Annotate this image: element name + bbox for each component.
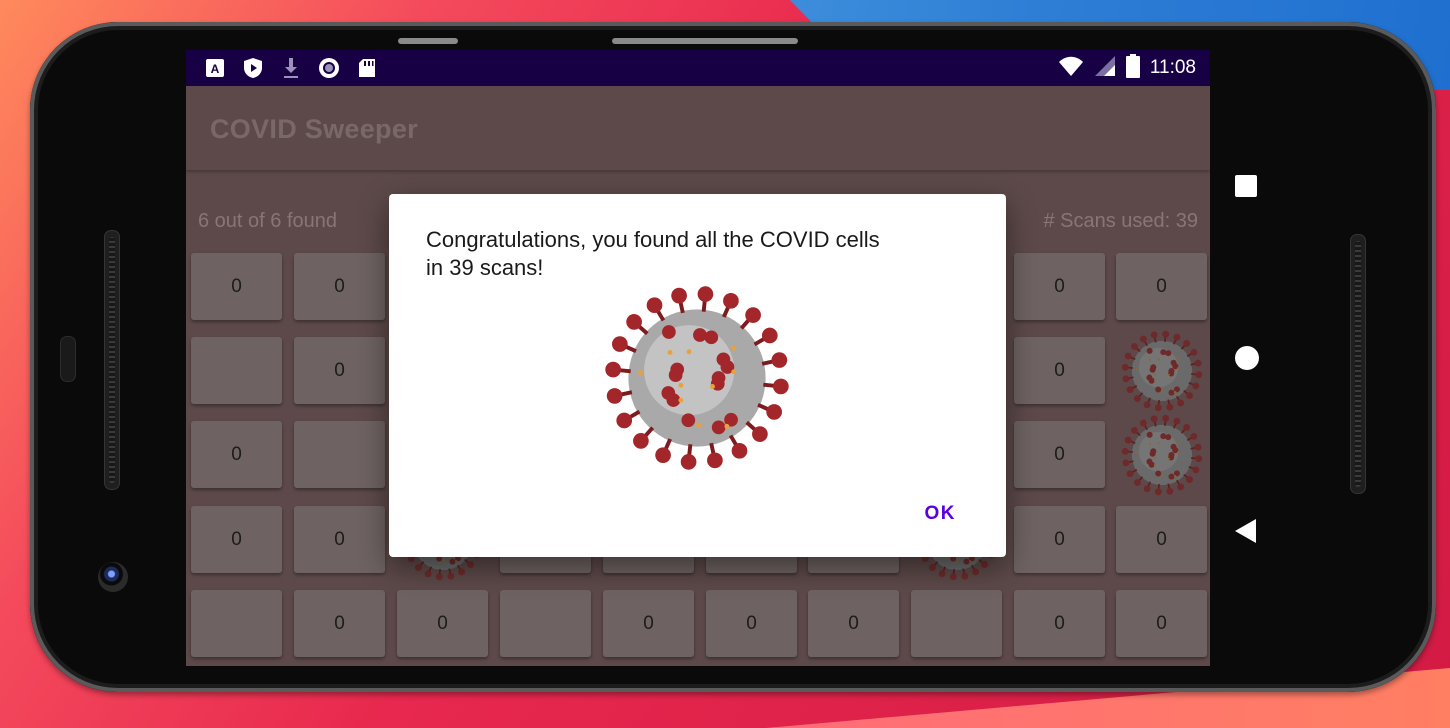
volume-button — [398, 38, 458, 44]
phone-screen: A 11:08 COVID Sweeper 6 out of 6 found #… — [186, 50, 1210, 666]
power-button — [612, 38, 798, 44]
coronavirus-image — [605, 286, 789, 470]
dialog-message: Congratulations, you found all the COVID… — [426, 227, 880, 280]
left-speaker-grille — [104, 230, 120, 490]
navigation-bar — [1215, 150, 1277, 570]
recents-square-icon[interactable] — [1234, 174, 1258, 203]
right-speaker-grille — [1350, 234, 1366, 494]
home-circle-icon[interactable] — [1234, 345, 1260, 376]
back-triangle-icon[interactable] — [1234, 518, 1258, 549]
congratulations-dialog: Congratulations, you found all the COVID… — [389, 194, 1006, 557]
front-camera — [98, 562, 128, 592]
proximity-sensor — [60, 336, 76, 382]
ok-button[interactable]: OK — [923, 499, 959, 529]
